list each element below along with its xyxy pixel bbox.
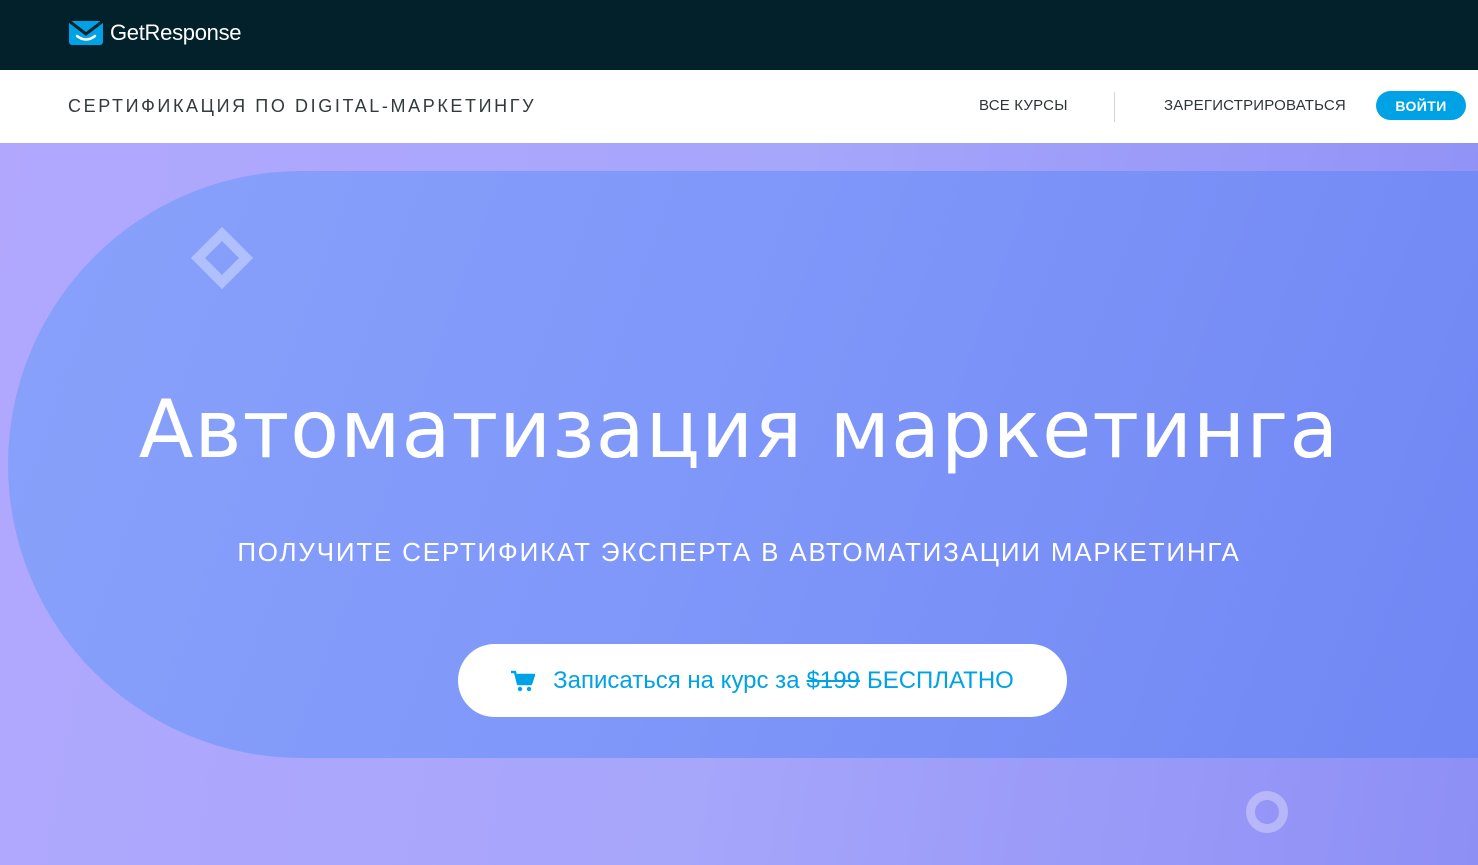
register-link[interactable]: ЗАРЕГИСТРИРОВАТЬСЯ — [1164, 97, 1346, 114]
ring-decoration-icon — [1246, 791, 1288, 833]
login-button[interactable]: ВОЙТИ — [1376, 91, 1466, 120]
hero-title: Автоматизация маркетинга — [138, 383, 1340, 476]
top-bar: GetResponse — [0, 0, 1478, 70]
enroll-label: Записаться на курс за — [553, 666, 800, 694]
getresponse-logo[interactable]: GetResponse — [68, 20, 242, 46]
navigation-bar: СЕРТИФИКАЦИЯ ПО DIGITAL-МАРКЕТИНГУ ВСЕ К… — [0, 70, 1478, 143]
all-courses-link[interactable]: ВСЕ КУРСЫ — [979, 97, 1068, 114]
envelope-smile-icon — [68, 20, 104, 46]
enroll-course-button[interactable]: Записаться на курс за $199 БЕСПЛАТНО — [458, 644, 1067, 717]
site-section-title[interactable]: СЕРТИФИКАЦИЯ ПО DIGITAL-МАРКЕТИНГУ — [68, 96, 536, 117]
hero-section: Автоматизация маркетинга ПОЛУЧИТЕ СЕРТИФ… — [0, 143, 1478, 865]
hero-subtitle: ПОЛУЧИТЕ СЕРТИФИКАТ ЭКСПЕРТА В АВТОМАТИЗ… — [237, 537, 1241, 567]
nav-divider — [1114, 92, 1115, 122]
free-label: БЕСПЛАТНО — [866, 666, 1014, 694]
shopping-cart-icon — [511, 670, 536, 692]
old-price: $199 — [806, 666, 860, 694]
brand-name: GetResponse — [110, 20, 242, 45]
